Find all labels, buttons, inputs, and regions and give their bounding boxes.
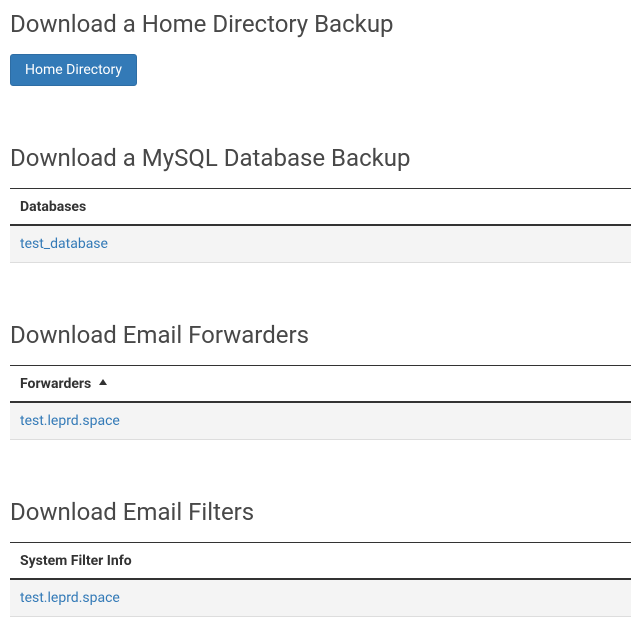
database-link[interactable]: test_database [20, 236, 108, 252]
table-row: test.leprd.space [10, 402, 631, 440]
mysql-backup-title: Download a MySQL Database Backup [10, 144, 631, 172]
email-forwarders-table: Forwarders test.leprd.space [10, 365, 631, 440]
email-filters-table: System Filter Info test.leprd.space [10, 542, 631, 617]
mysql-databases-header[interactable]: Databases [10, 189, 631, 226]
mysql-databases-table: Databases test_database [10, 188, 631, 263]
table-row: test_database [10, 225, 631, 263]
home-backup-title: Download a Home Directory Backup [10, 10, 631, 38]
system-filter-info-header[interactable]: System Filter Info [10, 543, 631, 580]
email-forwarders-title: Download Email Forwarders [10, 321, 631, 349]
system-filter-info-header-label: System Filter Info [20, 553, 132, 569]
filter-link[interactable]: test.leprd.space [20, 590, 120, 606]
email-filters-section: Download Email Filters System Filter Inf… [10, 498, 631, 617]
mysql-databases-header-label: Databases [20, 199, 86, 215]
email-filters-title: Download Email Filters [10, 498, 631, 526]
forwarders-header[interactable]: Forwarders [10, 366, 631, 403]
table-row: test.leprd.space [10, 579, 631, 617]
home-directory-backup-section: Download a Home Directory Backup Home Di… [10, 10, 631, 86]
sort-ascending-icon [99, 379, 107, 385]
forwarder-link[interactable]: test.leprd.space [20, 413, 120, 429]
email-forwarders-section: Download Email Forwarders Forwarders tes… [10, 321, 631, 440]
mysql-backup-section: Download a MySQL Database Backup Databas… [10, 144, 631, 263]
forwarders-header-label: Forwarders [20, 376, 91, 392]
home-directory-button[interactable]: Home Directory [10, 54, 137, 86]
